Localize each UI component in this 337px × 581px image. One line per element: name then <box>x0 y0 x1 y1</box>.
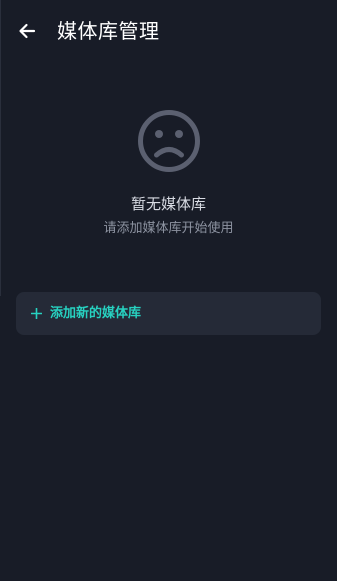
add-library-button[interactable]: 添加新的媒体库 <box>16 292 321 335</box>
plus-icon <box>30 308 42 320</box>
empty-state: 暂无媒体库 请添加媒体库开始使用 <box>0 108 337 238</box>
sad-face-icon <box>137 110 200 172</box>
empty-state-title: 暂无媒体库 <box>130 195 206 213</box>
page-title: 媒体库管理 <box>57 19 160 43</box>
header-bar: 媒体库管理 <box>0 0 337 60</box>
arrow-left-icon <box>19 23 36 39</box>
add-library-label: 添加新的媒体库 <box>50 305 142 321</box>
back-button[interactable] <box>14 18 40 44</box>
empty-state-subtitle: 请添加媒体库开始使用 <box>103 221 234 236</box>
app-screen: 媒体库管理 暂无媒体库 请添加媒体库开始使用 添加新的媒体库 <box>0 0 337 581</box>
